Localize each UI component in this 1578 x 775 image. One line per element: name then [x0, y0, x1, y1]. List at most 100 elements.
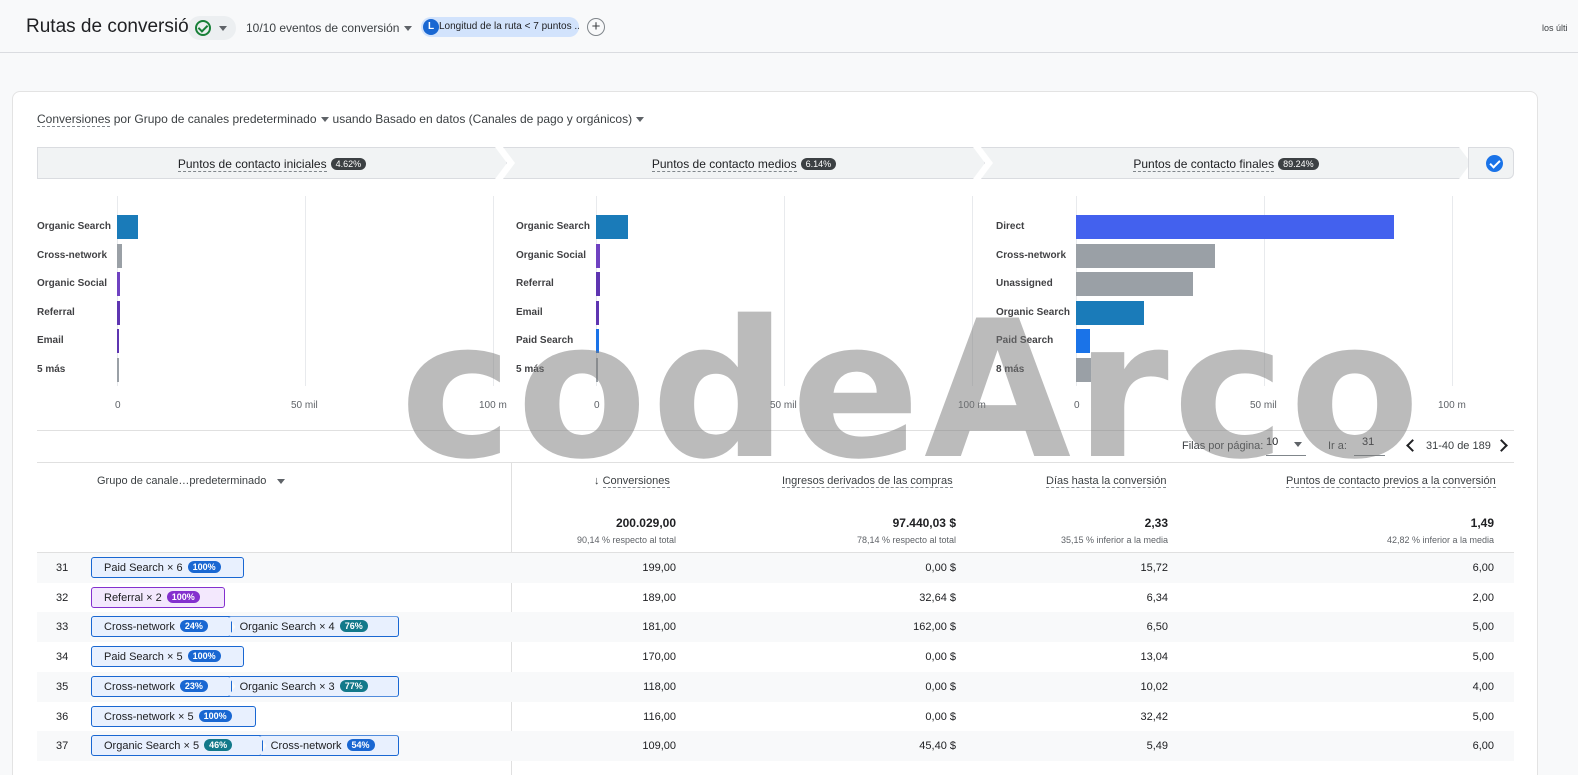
table-row[interactable]: 35 118,00 0,00 $ 10,02 4,00 Cross-network 23% O…	[37, 671, 1514, 702]
path-step-pct-badge: 100%	[166, 590, 200, 603]
conversions-cell: 116,00	[643, 710, 676, 723]
conversion-events-dropdown[interactable]: 10/10 eventos de conversión	[246, 21, 413, 35]
dimension-selector[interactable]: Grupo de canales predeterminado	[134, 112, 316, 126]
days-cell: 10,02	[1140, 680, 1168, 693]
category-label: Organic Social	[37, 278, 108, 289]
revenue-cell: 162,00 $	[913, 621, 956, 634]
touchpoints-cell: 5,00	[1472, 651, 1494, 664]
stage-middle-touchpoints[interactable]: Puntos de contacto medios 6.14%	[503, 147, 985, 179]
table-row[interactable]: 31 199,00 0,00 $ 15,72 6,00 Paid Search × 6 10…	[37, 553, 1514, 583]
bar[interactable]	[117, 215, 139, 239]
table-row[interactable]: 33 181,00 162,00 $ 6,50 5,00 Cross-network 24%…	[37, 612, 1514, 643]
touchpoints-cell: 2,00	[1472, 591, 1494, 604]
revenue-cell: 32,64 $	[919, 591, 956, 604]
touchpoints-cell: 6,00	[1472, 740, 1494, 753]
category-label: Organic Social	[516, 250, 587, 261]
chevron-down-icon[interactable]	[636, 117, 645, 123]
bar[interactable]	[1076, 215, 1395, 239]
path-step-label: Organic Search × 4	[239, 621, 335, 634]
x-tick-label: 50 mil	[291, 400, 318, 411]
revenue-cell: 0,00 $	[925, 651, 956, 664]
bar[interactable]	[596, 215, 629, 239]
total-conversions: 200.029,00	[615, 516, 676, 530]
path-step-chip[interactable]: Organic Search × 4 76%	[227, 616, 400, 638]
by-label: por	[113, 112, 132, 126]
path-step-pct-badge: 100%	[187, 561, 221, 573]
watermark: codeArco	[400, 280, 1424, 501]
stage-toggle-checkbox[interactable]	[1468, 147, 1514, 179]
conversion-events-label: 10/10 eventos de conversión	[246, 21, 400, 35]
total-conversions-sub: 90,14 % respecto al total	[576, 535, 676, 545]
touchpoints-cell: 5,00	[1472, 710, 1494, 723]
row-number: 33	[56, 621, 69, 634]
total-touchpoints-sub: 42,82 % inferior a la media	[1386, 535, 1494, 545]
row-number: 35	[56, 680, 69, 693]
bar[interactable]	[1076, 244, 1216, 268]
status-dropdown[interactable]	[188, 16, 236, 40]
column-header-label: Grupo de canale…predeterminado	[97, 475, 267, 487]
path-length-filter-chip[interactable]: L Longitud de la ruta < 7 puntos ...	[421, 17, 579, 37]
touchpoint-stage-bar: Puntos de contacto iniciales 4.62% Puntos…	[37, 147, 1514, 179]
path-step-chip[interactable]: Referral × 2 100%	[91, 586, 226, 608]
table-row[interactable]: 36 116,00 0,00 $ 32,42 5,00 Cross-network × 5…	[37, 702, 1514, 732]
path-step-chip[interactable]: Organic Search × 5 46%	[91, 735, 263, 757]
bar[interactable]	[117, 301, 120, 325]
path-step-chip[interactable]: Cross-network 54%	[258, 735, 400, 757]
path-step-label: Referral × 2	[104, 591, 162, 604]
revenue-cell: 0,00 $	[925, 562, 956, 574]
conversions-cell: 109,00	[642, 740, 676, 753]
conversions-cell: 181,00	[642, 621, 676, 634]
days-cell: 6,50	[1146, 621, 1168, 634]
stage-final-touchpoints[interactable]: Puntos de contacto finales 89.24%	[981, 147, 1471, 179]
page-range: 31-40 de 189	[1426, 440, 1491, 452]
category-label: Organic Search	[37, 221, 111, 232]
row-number: 31	[56, 562, 69, 574]
days-cell: 5,49	[1146, 740, 1168, 753]
stage-label: Puntos de contacto finales	[1133, 157, 1275, 171]
path-step-pct-badge: 77%	[339, 679, 368, 692]
top-bar: Rutas de conversión 10/10 eventos de con…	[0, 0, 1578, 53]
table-row[interactable]: 34 170,00 0,00 $ 13,04 5,00 Paid Search × 5 10…	[37, 642, 1514, 672]
path-step-chip[interactable]: Organic Search × 3 77%	[227, 675, 400, 697]
path-step-chip[interactable]: Cross-network × 5 100%	[91, 705, 257, 727]
path-step-pct-badge: 24%	[179, 620, 208, 633]
touchpoints-cell: 6,00	[1472, 562, 1494, 574]
total-revenue-sub: 78,14 % respecto al total	[856, 535, 956, 545]
path-step-label: Organic Search × 5	[104, 740, 200, 753]
days-cell: 32,42	[1140, 710, 1168, 723]
days-cell: 6,34	[1146, 591, 1168, 604]
path-step-label: Cross-network × 5	[104, 710, 194, 723]
bar[interactable]	[117, 272, 121, 296]
path-step-chip[interactable]: Paid Search × 5 100%	[91, 646, 244, 668]
path-step-chip[interactable]: Paid Search × 6 100%	[91, 557, 244, 578]
checkmark-icon	[1486, 155, 1503, 172]
row-number: 34	[56, 651, 69, 664]
chevron-down-icon[interactable]	[277, 478, 286, 484]
path-step-pct-badge: 100%	[187, 650, 221, 663]
x-tick-label: 0	[115, 400, 121, 411]
total-days-sub: 35,15 % inferior a la media	[1060, 535, 1168, 545]
path-step-chip[interactable]: Cross-network 23%	[91, 675, 232, 697]
bar[interactable]	[117, 244, 122, 268]
gridline	[1452, 196, 1453, 386]
category-label: Cross-network	[37, 250, 108, 261]
add-filter-button[interactable]: +	[587, 18, 605, 36]
touchpoints-cell: 4,00	[1472, 680, 1494, 693]
column-header-dimension[interactable]: Grupo de canale…predeterminado	[97, 475, 286, 487]
stage-initial-touchpoints[interactable]: Puntos de contacto iniciales 4.62%	[37, 147, 507, 179]
chevron-down-icon[interactable]	[320, 117, 329, 123]
stage-label: Puntos de contacto medios	[651, 157, 797, 171]
bar[interactable]	[117, 358, 119, 382]
table-row[interactable]: 37 109,00 45,40 $ 5,49 6,00 Organic Search × …	[37, 731, 1514, 762]
bar[interactable]	[117, 329, 120, 353]
row-number: 36	[56, 710, 69, 723]
path-step-chip[interactable]: Cross-network 24%	[91, 616, 232, 638]
bar[interactable]	[596, 244, 601, 268]
metric-selector[interactable]: Conversiones	[37, 112, 111, 127]
total-revenue: 97.440,03 $	[892, 516, 956, 530]
date-range-label[interactable]: los últi	[1542, 23, 1568, 33]
category-label: 5 más	[37, 364, 66, 375]
category-label: Referral	[37, 307, 75, 318]
attribution-model-selector[interactable]: Basado en datos (Canales de pago y orgán…	[375, 112, 632, 126]
table-row[interactable]: 32 189,00 32,64 $ 6,34 2,00 Referral × 2 100%	[37, 583, 1514, 613]
